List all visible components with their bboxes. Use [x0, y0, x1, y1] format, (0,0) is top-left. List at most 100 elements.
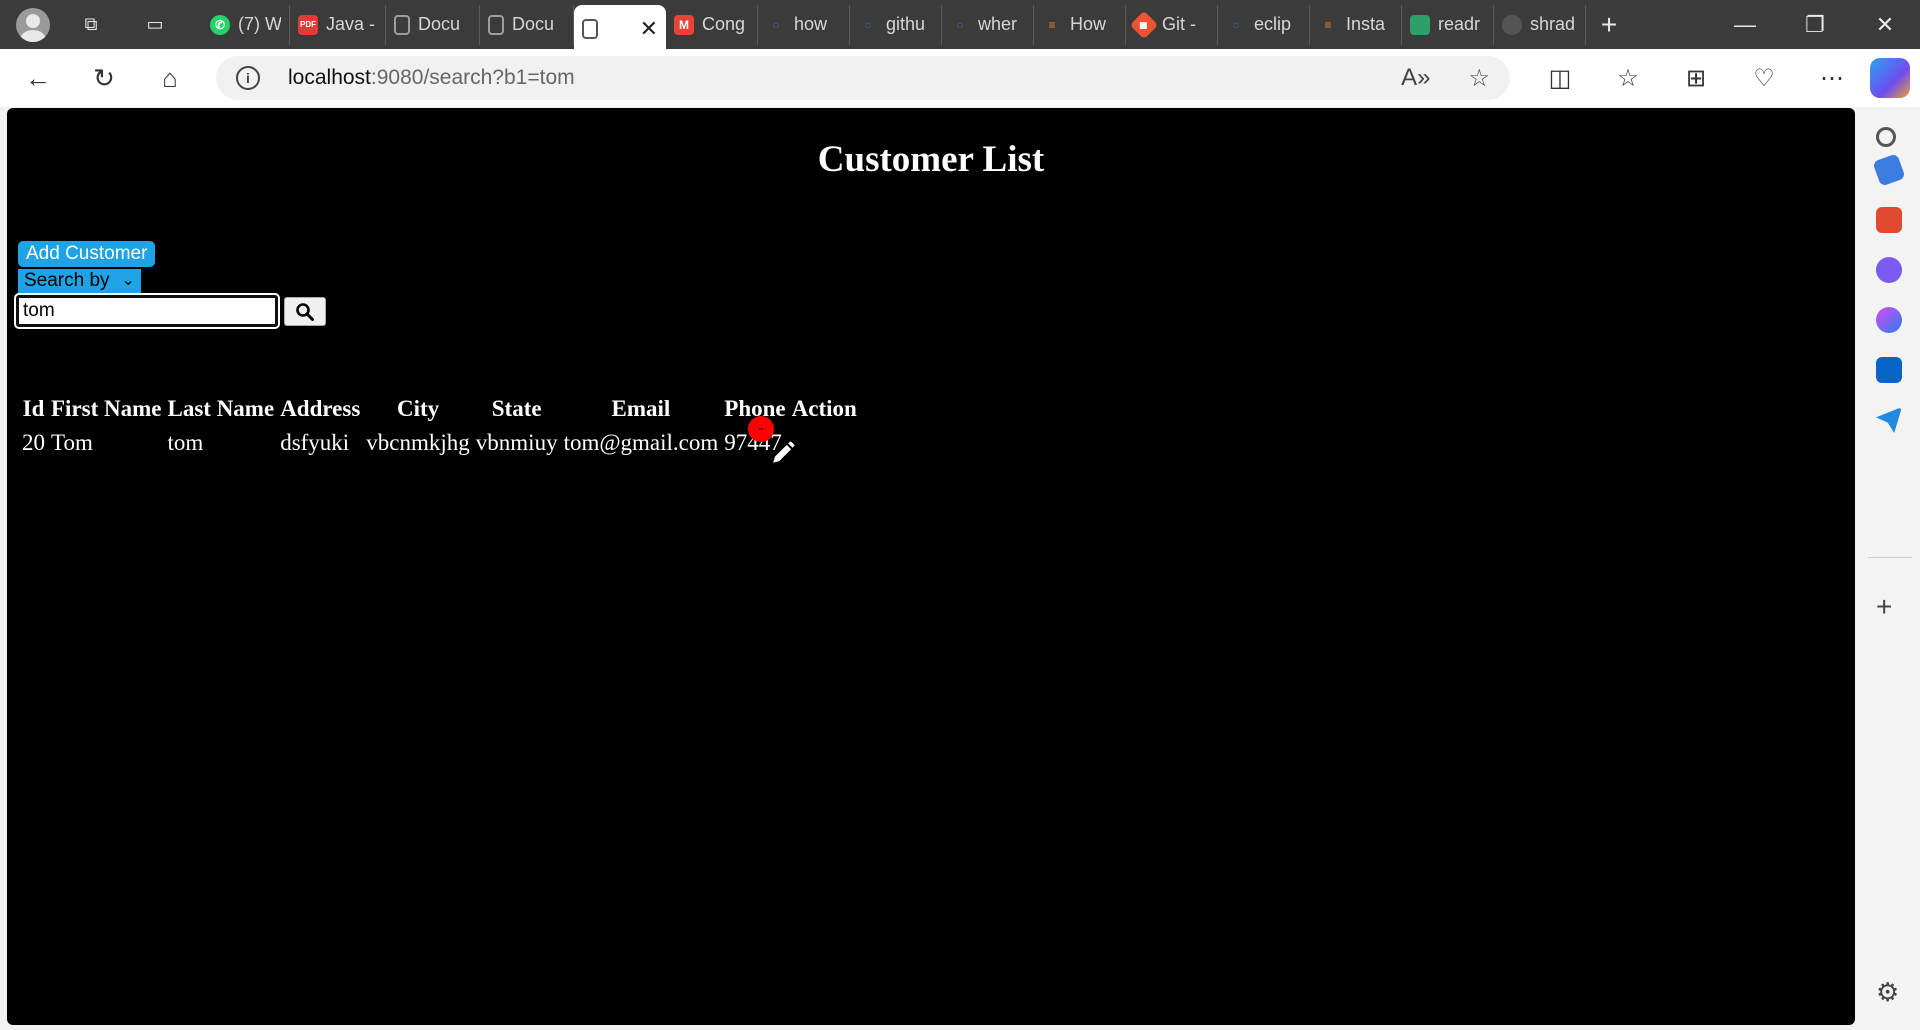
- document-icon: [394, 14, 410, 35]
- microsoft-365-icon[interactable]: [1876, 307, 1902, 333]
- github-icon: [1502, 14, 1522, 35]
- read-aloud-icon[interactable]: A»: [1401, 64, 1430, 93]
- table-row: 20 Tom tom dsfyuki vbcnmkjhg vbnmiuy tom…: [22, 416, 857, 463]
- address-bar[interactable]: i localhost:9080/search?b1=tom A» ☆: [216, 56, 1510, 100]
- tab-title: Insta: [1346, 14, 1386, 34]
- close-window-icon[interactable]: ✕: [1850, 0, 1920, 49]
- browser-tab[interactable]: Docu: [480, 4, 574, 45]
- active-browser-tab[interactable]: ✕: [574, 4, 666, 54]
- browser-tab[interactable]: Docu: [386, 4, 480, 45]
- column-header-id: Id: [22, 396, 45, 421]
- tab-title: How: [1070, 14, 1107, 34]
- browser-tab[interactable]: ≡ How: [1034, 4, 1126, 45]
- document-icon: [488, 14, 504, 35]
- column-header-first-name: First Name: [51, 396, 162, 421]
- browser-tab[interactable]: ○ eclip: [1218, 4, 1310, 45]
- browser-tab[interactable]: ○ wher: [942, 4, 1034, 45]
- favorites-icon[interactable]: ☆: [1604, 54, 1652, 102]
- search-icon: ○: [772, 17, 780, 32]
- browser-tab[interactable]: ○ how: [758, 4, 850, 45]
- tab-title: Docu: [512, 14, 555, 34]
- stackoverflow-icon: ≡: [1048, 17, 1056, 32]
- home-icon[interactable]: ⌂: [142, 54, 198, 102]
- collections-icon[interactable]: ⊞: [1672, 54, 1720, 102]
- pdf-icon: PDF: [298, 14, 318, 35]
- favorite-star-icon[interactable]: ☆: [1468, 64, 1490, 93]
- restore-icon[interactable]: ❐: [1780, 0, 1850, 49]
- browser-tab[interactable]: M Cong: [666, 4, 758, 45]
- cell-last-name: tom: [167, 430, 204, 455]
- browser-essentials-icon[interactable]: ♡: [1740, 54, 1788, 102]
- address-path: :9080/search?b1=tom: [370, 66, 575, 89]
- tab-actions-icon[interactable]: ▭: [132, 5, 178, 45]
- copilot-icon[interactable]: [1870, 58, 1910, 98]
- pencil-icon[interactable]: [770, 440, 796, 466]
- browser-tab[interactable]: ○ githu: [850, 4, 942, 45]
- tab-title: how: [794, 14, 828, 34]
- browser-tab[interactable]: ≡ Insta: [1310, 4, 1402, 45]
- table-header-row: Id First Name Last Name Address City Sta…: [22, 396, 857, 422]
- browser-tab[interactable]: ✆ (7) W: [202, 4, 290, 45]
- search-button[interactable]: [284, 297, 326, 326]
- address-host: localhost: [288, 66, 371, 89]
- tab-title: Java -: [326, 14, 376, 34]
- stackoverflow-icon: ≡: [1324, 17, 1332, 32]
- back-icon[interactable]: ←: [10, 54, 66, 102]
- add-customer-button[interactable]: Add Customer: [18, 241, 156, 267]
- workspaces-icon[interactable]: ⧉: [68, 5, 114, 45]
- customer-table: Id First Name Last Name Address City Sta…: [16, 388, 863, 464]
- whatsapp-icon: ✆: [210, 14, 230, 35]
- tab-title: shrad: [1530, 14, 1576, 34]
- shopping-tag-icon[interactable]: [1872, 153, 1906, 187]
- close-tab-icon[interactable]: ✕: [640, 16, 658, 42]
- tools-icon[interactable]: [1876, 207, 1902, 233]
- browser-tab[interactable]: shrad: [1494, 4, 1586, 45]
- page-title: Customer List: [817, 139, 1045, 180]
- cell-state: vbnmiuy: [475, 430, 558, 455]
- profile-avatar[interactable]: [16, 7, 50, 42]
- browser-tab[interactable]: readr: [1402, 4, 1494, 45]
- tab-title: Cong: [702, 14, 746, 34]
- site-info-icon[interactable]: i: [236, 66, 260, 90]
- tab-title: wher: [978, 14, 1018, 34]
- new-tab-icon[interactable]: +: [1586, 5, 1632, 45]
- cell-email: tom@gmail.com: [563, 430, 719, 455]
- browser-tab[interactable]: ◆ Git -: [1126, 4, 1218, 45]
- search-input[interactable]: tom: [14, 293, 280, 329]
- column-header-city: City: [396, 396, 440, 421]
- games-icon[interactable]: [1876, 257, 1902, 283]
- search-icon[interactable]: [1876, 127, 1896, 147]
- search-by-select[interactable]: Search by ⌄: [18, 269, 141, 293]
- minimize-icon[interactable]: —: [1710, 0, 1780, 49]
- delete-button[interactable]: [747, 416, 774, 442]
- more-menu-icon[interactable]: ⋯: [1808, 54, 1856, 102]
- cell-action: [747, 416, 857, 463]
- browser-toolbar: ← ↻ ⌂ i localhost:9080/search?b1=tom A» …: [0, 49, 1920, 107]
- cell-id: 20: [22, 430, 45, 455]
- tab-title: eclip: [1254, 14, 1292, 34]
- search-icon: ○: [864, 17, 872, 32]
- git-icon: ◆: [1129, 10, 1159, 39]
- outlook-icon[interactable]: [1876, 357, 1902, 383]
- column-header-action: Action: [791, 396, 857, 421]
- add-sidebar-app-icon[interactable]: +: [1876, 593, 1892, 621]
- tab-title: Docu: [418, 14, 461, 34]
- document-icon: [582, 19, 598, 39]
- search-icon: [296, 302, 314, 321]
- send-icon[interactable]: [1876, 407, 1902, 433]
- search-icon: ○: [956, 17, 964, 32]
- search-by-select-label: Search by: [24, 270, 110, 291]
- tab-title: (7) W: [238, 14, 281, 34]
- column-header-state: State: [491, 396, 542, 421]
- sidebar-divider: [1868, 557, 1912, 558]
- cell-city: vbcnmkjhg: [366, 430, 470, 455]
- column-header-last-name: Last Name: [167, 396, 275, 421]
- browser-tab[interactable]: PDF Java -: [290, 4, 386, 45]
- refresh-icon[interactable]: ↻: [76, 54, 132, 102]
- split-screen-icon[interactable]: ◫: [1536, 54, 1584, 102]
- tab-title: readr: [1438, 14, 1481, 34]
- cell-address: dsfyuki: [280, 430, 350, 455]
- sidebar-settings-icon[interactable]: ⚙: [1876, 977, 1899, 1008]
- gmail-icon: M: [674, 14, 694, 35]
- browser-tab-strip: ⧉ ▭ ✆ (7) W PDF Java - Docu Docu ✕ M Con…: [0, 0, 1920, 54]
